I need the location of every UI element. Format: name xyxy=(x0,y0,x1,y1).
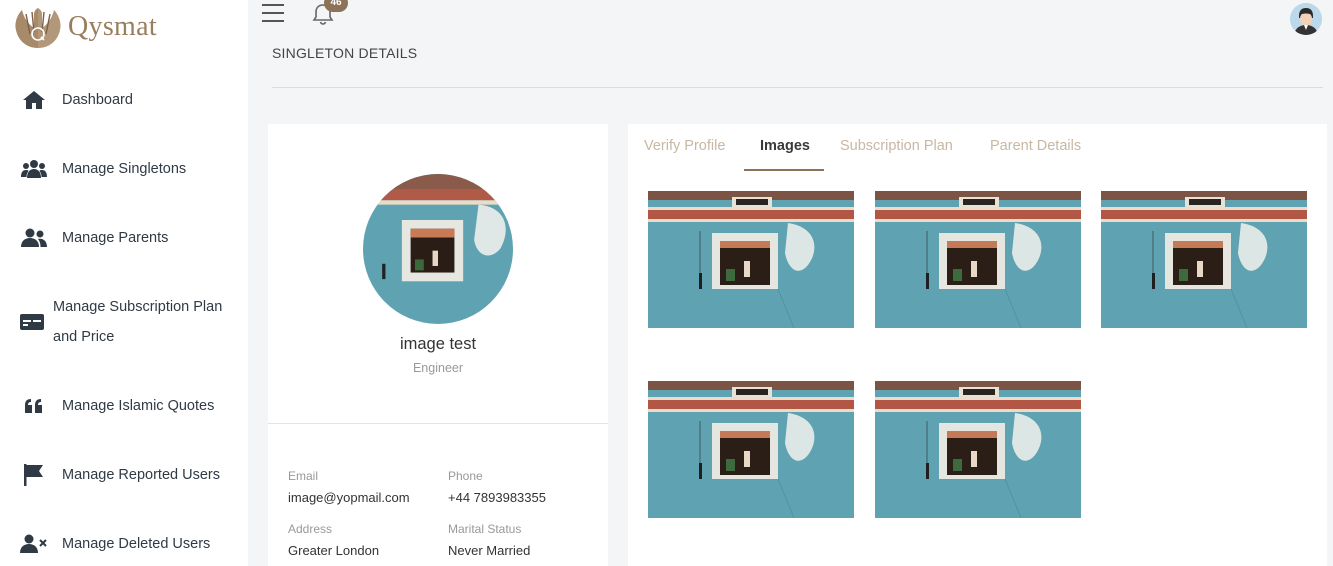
sidebar-item-label: Manage Deleted Users xyxy=(62,536,211,552)
sidebar-item-manage-reported-users[interactable]: Manage Reported Users xyxy=(0,460,248,490)
photo-image xyxy=(874,381,1081,518)
tab-images[interactable]: Images xyxy=(760,138,810,154)
praying-hands-logo-icon xyxy=(15,8,61,48)
brand-name: Qysmat xyxy=(68,11,157,42)
user-friends-icon xyxy=(20,226,48,250)
gallery-image[interactable] xyxy=(648,191,854,328)
email-value: image@yopmail.com xyxy=(288,490,410,505)
photo-image xyxy=(363,174,513,324)
gallery-image[interactable] xyxy=(874,191,1081,328)
sidebar-item-label-line1: Manage Subscription Plan xyxy=(53,299,223,315)
profile-name: image test xyxy=(399,335,477,353)
tab-verify-profile[interactable]: Verify Profile xyxy=(644,138,725,154)
sidebar-item-label: Manage Singletons xyxy=(62,161,187,177)
sidebar: Qysmat Dashboard Manage Singletons Manag… xyxy=(0,0,248,566)
gallery-image[interactable] xyxy=(648,381,854,518)
sidebar-item-label-line2: and Price xyxy=(53,329,115,345)
user-avatar[interactable] xyxy=(1290,3,1322,35)
gallery-image[interactable] xyxy=(874,381,1081,518)
sidebar-item-manage-parents[interactable]: Manage Parents xyxy=(0,223,248,253)
photo-image xyxy=(648,191,854,328)
flag-icon xyxy=(20,463,48,487)
title-divider xyxy=(272,87,1323,88)
sidebar-item-manage-islamic-quotes[interactable]: Manage Islamic Quotes xyxy=(0,391,248,421)
tab-subscription-plan[interactable]: Subscription Plan xyxy=(840,138,953,154)
sidebar-item-manage-singletons[interactable]: Manage Singletons xyxy=(0,154,248,184)
page-title: SINGLETON DETAILS xyxy=(272,45,418,61)
profile-photo[interactable] xyxy=(363,174,513,324)
home-icon xyxy=(20,88,48,112)
quote-icon xyxy=(20,394,48,418)
photo-image xyxy=(874,191,1081,328)
brand-logo[interactable]: Qysmat xyxy=(12,4,157,50)
photo-image xyxy=(648,381,854,518)
users-group-icon xyxy=(20,157,48,181)
menu-toggle-button[interactable] xyxy=(262,4,284,22)
card-icon xyxy=(18,310,46,334)
email-label: Email xyxy=(288,469,319,483)
sidebar-item-label: Manage Islamic Quotes xyxy=(62,398,215,414)
sidebar-item-dashboard[interactable]: Dashboard xyxy=(0,85,248,115)
phone-value: +44 7893983355 xyxy=(448,490,546,505)
profile-card: image test Engineer Email image@yopmail.… xyxy=(268,124,608,566)
marital-status-value: Never Married xyxy=(448,543,531,558)
sidebar-item-label: Manage Reported Users xyxy=(62,467,220,483)
avatar-icon xyxy=(1290,3,1322,35)
notification-count-badge: 46 xyxy=(324,0,348,12)
sidebar-item-label: Manage Parents xyxy=(62,230,169,246)
profile-divider xyxy=(268,423,608,424)
address-label: Address xyxy=(288,522,333,536)
tab-parent-details[interactable]: Parent Details xyxy=(990,138,1081,154)
sidebar-item-manage-subscription[interactable]: Manage Subscription Plan and Price xyxy=(0,292,248,352)
user-remove-icon xyxy=(20,532,48,556)
phone-label: Phone xyxy=(448,469,483,483)
gallery-image[interactable] xyxy=(1101,191,1307,328)
profile-occupation: Engineer xyxy=(412,361,464,375)
address-value: Greater London xyxy=(288,543,380,558)
sidebar-item-label: Dashboard xyxy=(62,92,133,108)
photo-image xyxy=(1101,191,1307,328)
details-tabs-card: Verify Profile Images Subscription Plan … xyxy=(628,124,1327,566)
sidebar-item-manage-deleted-users[interactable]: Manage Deleted Users xyxy=(0,529,248,559)
marital-status-label: Marital Status xyxy=(448,522,522,536)
active-tab-indicator xyxy=(744,169,824,171)
